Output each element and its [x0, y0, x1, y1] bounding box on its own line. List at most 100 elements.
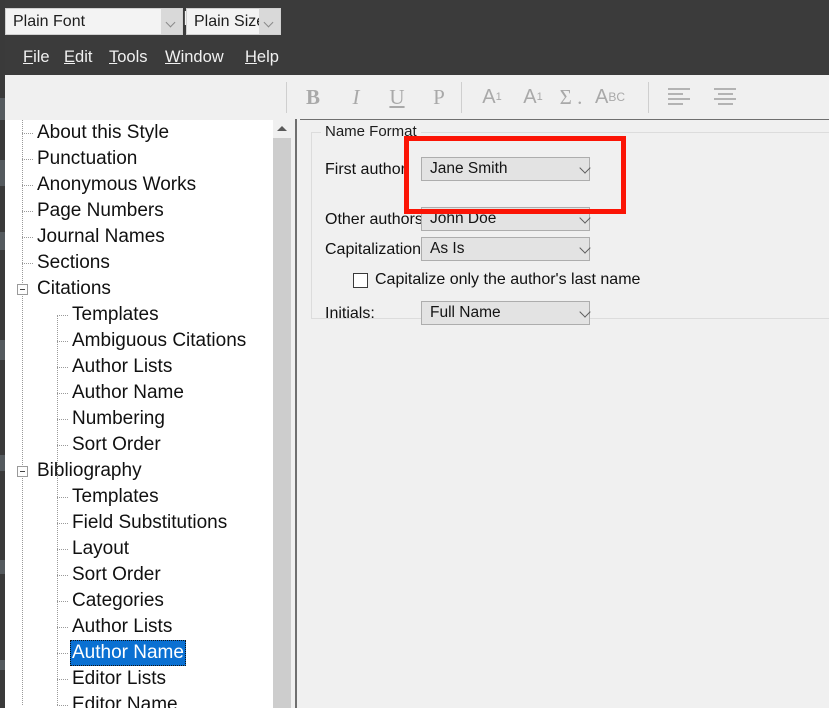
align-center-icon[interactable]	[714, 88, 736, 105]
other-authors-label: Other authors:	[325, 211, 428, 228]
formatting-toolbar	[0, 75, 829, 120]
tree-item-label: Sort Order	[72, 434, 161, 455]
tree-item-label: Ambiguous Citations	[72, 330, 247, 351]
menu-window[interactable]: Window	[162, 47, 227, 68]
tree-item[interactable]: Categories	[5, 588, 273, 614]
tree-item[interactable]: Bibliography	[5, 458, 273, 484]
chevron-down-icon[interactable]	[161, 9, 182, 34]
tree-item-label: Sort Order	[72, 564, 161, 585]
tree-item[interactable]: Page Numbers	[5, 198, 273, 224]
tree-item[interactable]: Editor Name	[5, 692, 273, 708]
sigma-button[interactable]: Σ .	[556, 80, 586, 114]
tree-connector	[57, 627, 68, 628]
tree-connector	[57, 653, 68, 654]
tree-connector	[57, 445, 68, 446]
tree-item-label: Layout	[72, 538, 130, 559]
menu-tools[interactable]: Tools	[106, 47, 151, 68]
size-combo-value: Plain Size	[194, 12, 266, 30]
tree-item[interactable]: Templates	[5, 302, 273, 328]
tree-connector	[22, 133, 33, 134]
other-authors-value: John Doe	[430, 210, 497, 227]
size-combo[interactable]: Plain Size	[186, 8, 281, 35]
tree-connector	[22, 211, 33, 212]
tree-item[interactable]: Author Name	[5, 380, 273, 406]
tree-scrollbar[interactable]	[273, 119, 291, 708]
superscript-button[interactable]: A1	[478, 80, 506, 114]
tree-item-label: Bibliography	[37, 460, 142, 481]
toolbar-separator	[286, 82, 287, 113]
tree-item[interactable]: Author Name	[5, 640, 273, 666]
tree-item-label: Author Name	[72, 382, 184, 403]
align-left-icon[interactable]	[668, 88, 690, 105]
menu-edit[interactable]: Edit	[61, 47, 95, 68]
tree-item[interactable]: Citations	[5, 276, 273, 302]
tree-expander-minus-icon[interactable]	[17, 284, 28, 295]
tree-item-label: Field Substitutions	[72, 512, 228, 533]
capitalization-label: Capitalization:	[325, 241, 426, 258]
scrollbar-thumb[interactable]	[273, 138, 291, 708]
tree-item[interactable]: Field Substitutions	[5, 510, 273, 536]
tree-item[interactable]: Anonymous Works	[5, 172, 273, 198]
tree-item[interactable]: Layout	[5, 536, 273, 562]
tree-item[interactable]: About this Style	[5, 120, 273, 146]
tree-item-label: About this Style	[37, 122, 170, 143]
tree-item-label: Templates	[72, 486, 159, 507]
panel-splitter[interactable]	[291, 119, 300, 708]
tree-item[interactable]: Numbering	[5, 406, 273, 432]
tree-connector	[57, 367, 68, 368]
toolbar-separator	[461, 82, 462, 113]
chevron-down-icon[interactable]	[259, 9, 280, 34]
tree-item[interactable]: Sort Order	[5, 432, 273, 458]
font-combo[interactable]: Plain Font	[5, 8, 183, 35]
tree-item[interactable]: Editor Lists	[5, 666, 273, 692]
name-format-group-title: Name Format	[321, 123, 421, 140]
tree-item[interactable]: Author Lists	[5, 614, 273, 640]
tree-item[interactable]: Ambiguous Citations	[5, 328, 273, 354]
capitalize-last-name-checkbox[interactable]	[353, 272, 368, 288]
initials-combo[interactable]: Full Name	[421, 301, 590, 325]
tree-item[interactable]: Sections	[5, 250, 273, 276]
tree-item[interactable]: Journal Names	[5, 224, 273, 250]
tree-connector	[57, 575, 68, 576]
tree-connector	[57, 341, 68, 342]
tree-item[interactable]: Punctuation	[5, 146, 273, 172]
underline-button[interactable]: U	[384, 80, 410, 114]
paragraph-button[interactable]: P	[426, 80, 452, 114]
subscript-button[interactable]: A1	[519, 80, 547, 114]
tree-item-label: Citations	[37, 278, 111, 299]
first-author-combo[interactable]: Jane Smith	[421, 157, 590, 181]
tree-item-label: Anonymous Works	[37, 174, 197, 195]
smallcaps-button[interactable]: A BC	[592, 80, 628, 114]
tree-connector	[57, 315, 68, 316]
menu-file[interactable]: File	[20, 47, 53, 68]
tree-item-label: Numbering	[72, 408, 165, 429]
tree-item[interactable]: Author Lists	[5, 354, 273, 380]
italic-button[interactable]: I	[343, 80, 369, 114]
capitalize-last-name-row[interactable]: Capitalize only the author's last name	[353, 271, 640, 289]
initials-value: Full Name	[430, 304, 501, 321]
bold-button[interactable]: B	[300, 80, 326, 114]
style-tree[interactable]: About this Style Punctuation Anonymous Wor…	[5, 119, 273, 708]
tree-item-label: Categories	[72, 590, 164, 611]
tree-item[interactable]: Templates	[5, 484, 273, 510]
tree-item[interactable]: Sort Order	[5, 562, 273, 588]
tree-expander-minus-icon[interactable]	[17, 466, 28, 477]
menu-help[interactable]: Help	[242, 47, 282, 68]
tree-connector	[22, 263, 33, 264]
scroll-up-button[interactable]	[273, 119, 291, 137]
tree-item-label: Author Lists	[72, 356, 173, 377]
toolbar-separator	[648, 82, 649, 113]
other-authors-combo[interactable]: John Doe	[421, 207, 590, 231]
tree-item-label: Journal Names	[37, 226, 165, 247]
tree-connector	[57, 679, 68, 680]
window-left-edge	[0, 0, 5, 708]
tree-item-label: Editor Name	[72, 694, 178, 708]
first-author-value: Jane Smith	[430, 160, 508, 177]
tree-connector	[57, 497, 68, 498]
capitalization-combo[interactable]: As Is	[421, 237, 590, 261]
tree-connector	[57, 549, 68, 550]
first-author-label: First author:	[325, 161, 411, 178]
tree-item-label-selected: Author Name	[70, 640, 186, 666]
tree-item-label: Page Numbers	[37, 200, 164, 221]
tree-connector	[22, 237, 33, 238]
